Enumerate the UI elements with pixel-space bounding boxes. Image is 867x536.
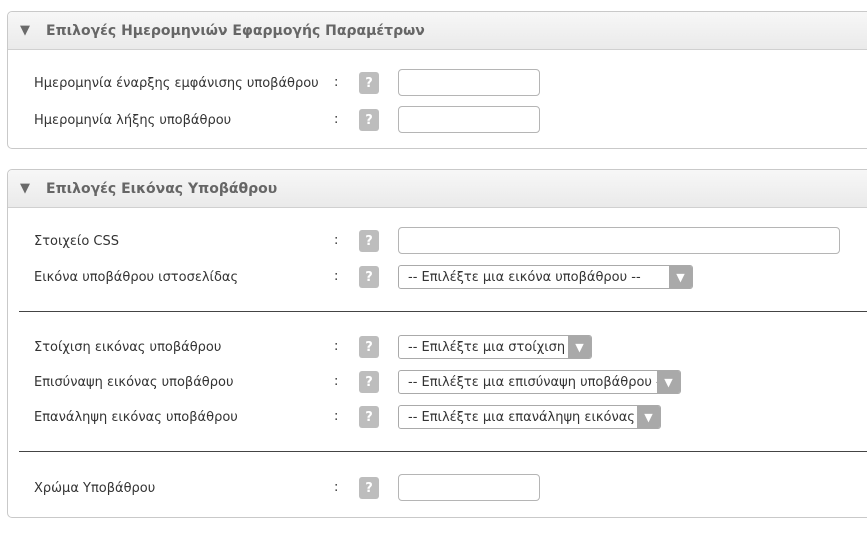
dates-panel-header[interactable]: ▼ Επιλογές Ημερομηνιών Εφαρμογής Παραμέτ… [8,12,867,50]
help-icon[interactable]: ? [359,230,379,252]
attachment-label: Επισύναψη εικόνας υποβάθρου [34,374,234,390]
alignment-selected-value: -- Επιλέξτε μια στοίχιση -- [408,339,568,355]
dates-options-panel: ▼ Επιλογές Ημερομηνιών Εφαρμογής Παραμέτ… [7,11,867,149]
chevron-down-icon[interactable]: ▼ [669,266,692,288]
start-date-input[interactable] [398,69,540,96]
background-image-row: Εικόνα υποβάθρου ιστοσελίδας : ? -- Επιλ… [34,263,693,291]
help-icon[interactable]: ? [359,109,379,131]
colon-separator: : [334,480,339,495]
colon-separator: : [334,269,339,284]
help-icon[interactable]: ? [359,336,379,358]
colon-separator: : [334,374,339,389]
help-icon[interactable]: ? [359,72,379,94]
colon-separator: : [334,75,339,90]
help-icon[interactable]: ? [359,406,379,428]
repeat-select[interactable]: -- Επιλέξτε μια επανάληψη εικόνας -- ▼ [398,405,661,429]
background-color-row: Χρώμα Υποβάθρου : ? [34,474,540,502]
background-color-input[interactable] [398,474,540,501]
css-element-input[interactable] [398,227,840,254]
repeat-label: Επανάληψη εικόνας υποβάθρου [34,409,238,425]
attachment-row: Επισύναψη εικόνας υποβάθρου : ? -- Επιλέ… [34,368,681,396]
colon-separator: : [334,233,339,248]
attachment-select[interactable]: -- Επιλέξτε μια επισύναψη υποβάθρου -- ▼ [398,370,681,394]
start-date-row: Ημερομηνία έναρξης εμφάνισης υποβάθρου :… [34,69,540,97]
chevron-down-icon[interactable]: ▼ [637,406,660,428]
collapse-triangle-icon[interactable]: ▼ [20,181,38,196]
section-divider [19,451,867,452]
end-date-row: Ημερομηνία λήξης υποβάθρου : ? [34,106,540,134]
alignment-label: Στοίχιση εικόνας υποβάθρου [34,339,222,355]
background-image-selected-value: -- Επιλέξτε μια εικόνα υποβάθρου -- [408,269,641,285]
section-divider [19,311,867,312]
colon-separator: : [334,339,339,354]
help-icon[interactable]: ? [359,477,379,499]
end-date-input[interactable] [398,106,540,133]
help-icon[interactable]: ? [359,371,379,393]
colon-separator: : [334,409,339,424]
colon-separator: : [334,112,339,127]
image-panel-header[interactable]: ▼ Επιλογές Εικόνας Υποβάθρου [8,170,867,208]
alignment-select[interactable]: -- Επιλέξτε μια στοίχιση -- ▼ [398,335,592,359]
repeat-selected-value: -- Επιλέξτε μια επανάληψη εικόνας -- [408,409,637,425]
background-image-label: Εικόνα υποβάθρου ιστοσελίδας [34,269,239,285]
background-image-panel: ▼ Επιλογές Εικόνας Υποβάθρου Στοιχείο CS… [7,169,867,518]
css-element-row: Στοιχείο CSS : ? [34,227,840,255]
dates-panel-title: Επιλογές Ημερομηνιών Εφαρμογής Παραμέτρω… [46,22,425,39]
repeat-row: Επανάληψη εικόνας υποβάθρου : ? -- Επιλέ… [34,403,661,431]
alignment-row: Στοίχιση εικόνας υποβάθρου : ? -- Επιλέξ… [34,333,592,361]
background-color-label: Χρώμα Υποβάθρου [34,480,156,496]
start-date-label: Ημερομηνία έναρξης εμφάνισης υποβάθρου [34,75,319,91]
collapse-triangle-icon[interactable]: ▼ [20,23,38,38]
chevron-down-icon[interactable]: ▼ [568,336,591,358]
attachment-selected-value: -- Επιλέξτε μια επισύναψη υποβάθρου -- [408,374,657,390]
help-icon[interactable]: ? [359,266,379,288]
end-date-label: Ημερομηνία λήξης υποβάθρου [34,112,232,128]
background-image-select[interactable]: -- Επιλέξτε μια εικόνα υποβάθρου -- ▼ [398,265,693,289]
css-element-label: Στοιχείο CSS [34,233,119,249]
chevron-down-icon[interactable]: ▼ [657,371,680,393]
image-panel-title: Επιλογές Εικόνας Υποβάθρου [46,180,278,197]
